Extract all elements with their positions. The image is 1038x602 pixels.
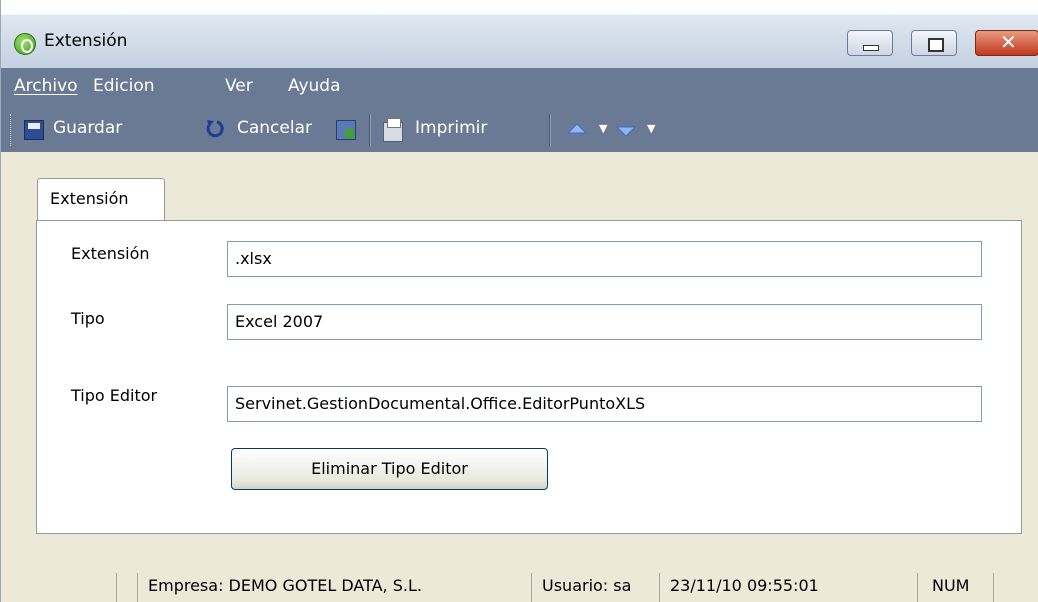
title-bar[interactable]: Extensión ✕ [1, 14, 1038, 68]
toolbar: Guardar Cancelar Imprimir ▼ ▼ [1, 108, 1038, 152]
close-icon: ✕ [1000, 30, 1017, 54]
menu-ayuda-label: Ayuda [288, 76, 341, 96]
eliminar-tipo-editor-button[interactable]: Eliminar Tipo Editor [231, 448, 548, 490]
export-icon[interactable] [336, 120, 356, 140]
menu-archivo[interactable]: Archivo [14, 76, 78, 96]
menu-ayuda[interactable]: Ayuda [288, 76, 341, 96]
menu-archivo-label: Archivo [14, 76, 78, 96]
undo-icon[interactable] [205, 118, 225, 138]
tab-extension[interactable]: Extensión [37, 178, 165, 221]
status-datetime: 23/11/10 09:55:01 [659, 573, 897, 602]
menu-edicion[interactable]: Edicion [93, 76, 155, 96]
arrow-up-icon[interactable] [566, 120, 588, 140]
status-usuario: Usuario: sa [531, 573, 659, 602]
minimize-button[interactable] [847, 30, 893, 56]
window-title: Extensión [44, 31, 128, 51]
application-window: Extensión ✕ Archivo Edicion Ver Ayuda Gu… [0, 0, 1038, 602]
tipo-label: Tipo [71, 309, 105, 328]
menu-edicion-label: Edicion [93, 76, 155, 96]
menu-ver[interactable]: Ver [225, 76, 253, 96]
status-cell-empty [116, 573, 137, 602]
toolbar-separator [369, 114, 371, 146]
menu-ver-label: Ver [225, 76, 253, 96]
tipo-editor-label: Tipo Editor [71, 386, 158, 405]
tipo-editor-input[interactable]: Servinet.GestionDocumental.Office.Editor… [227, 386, 982, 422]
app-logo-icon [14, 33, 36, 55]
status-empresa: Empresa: DEMO GOTEL DATA, S.L. [137, 573, 531, 602]
status-num: NUM [917, 573, 993, 602]
toolbar-grip[interactable] [10, 114, 13, 146]
arrow-up-dropdown-icon[interactable]: ▼ [599, 122, 607, 135]
arrow-down-icon[interactable] [615, 120, 637, 140]
tab-extension-label: Extensión [50, 189, 129, 208]
extension-input[interactable]: .xlsx [227, 241, 982, 277]
printer-icon[interactable] [383, 118, 403, 142]
status-cell-end [993, 573, 1038, 602]
top-strip [1, 0, 1038, 14]
toolbar-separator [549, 114, 551, 146]
menu-bar: Archivo Edicion Ver Ayuda [1, 68, 1038, 108]
tipo-input[interactable]: Excel 2007 [227, 304, 982, 340]
close-button[interactable]: ✕ [975, 30, 1038, 56]
save-button[interactable]: Guardar [53, 118, 122, 144]
save-icon[interactable] [24, 120, 44, 140]
arrow-down-dropdown-icon[interactable]: ▼ [647, 122, 655, 135]
cancel-button[interactable]: Cancelar [237, 118, 312, 144]
status-bar: Empresa: DEMO GOTEL DATA, S.L. Usuario: … [1, 565, 1038, 602]
maximize-button[interactable] [911, 30, 957, 56]
extension-label: Extensión [71, 244, 150, 263]
print-button[interactable]: Imprimir [415, 118, 487, 144]
